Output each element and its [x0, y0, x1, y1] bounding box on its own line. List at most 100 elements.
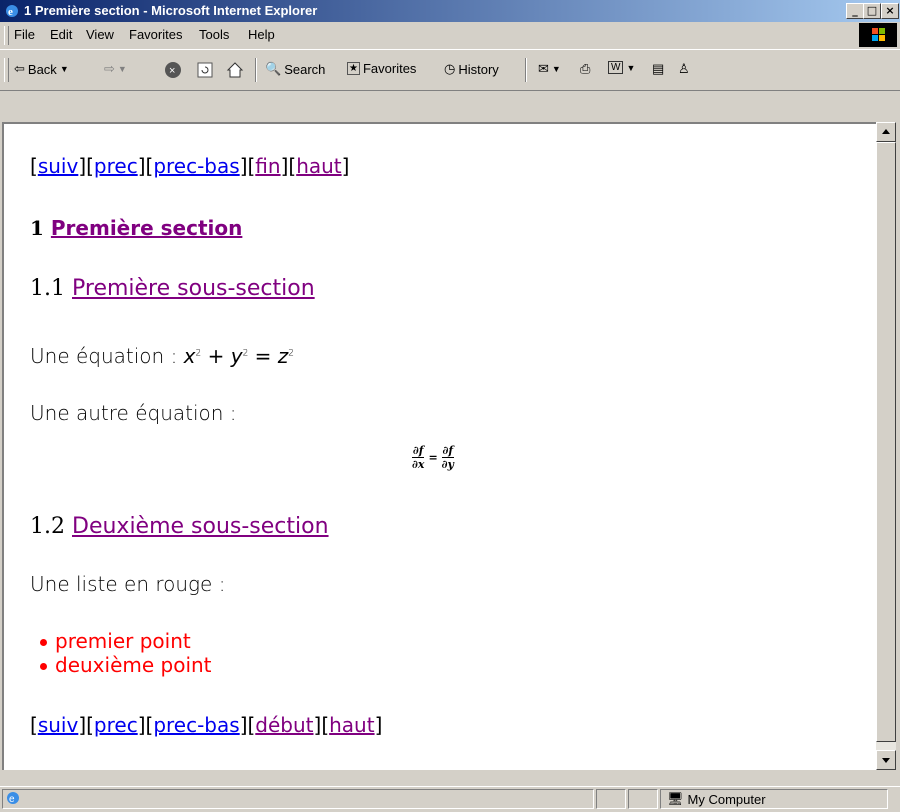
search-icon: 🔍 [265, 61, 282, 76]
back-button[interactable]: ⇦ Back ▼ [14, 61, 69, 77]
list-label: Une liste en rouge : [30, 572, 226, 596]
back-arrow-icon: ⇦ [14, 61, 25, 76]
subsection1-number: 1.1 [30, 276, 65, 301]
eq2-den-right: ∂y [441, 458, 454, 471]
refresh-button[interactable] [196, 61, 214, 79]
page-loaded-icon: e [6, 791, 20, 808]
favorites-label: Favorites [362, 61, 417, 76]
equation2-label: Une autre équation : [30, 401, 237, 425]
eq2-den-left: ∂x [412, 458, 425, 471]
ie-logo-icon: e [4, 3, 20, 19]
toolbar-separator-2 [525, 58, 527, 82]
edit-dropdown-icon[interactable]: ▼ [626, 63, 635, 73]
bullet-icon [40, 639, 47, 646]
toolbar-separator [255, 58, 257, 82]
subsection2-title-link[interactable]: Deuxième sous-section [72, 514, 329, 539]
nav-bottom: [suiv][prec][prec-bas][début][haut] [30, 713, 383, 737]
svg-text:e: e [8, 6, 13, 18]
forward-button[interactable]: ⇨ ▼ [104, 61, 127, 77]
scroll-up-button[interactable] [876, 122, 896, 142]
nav-top-fin[interactable]: fin [255, 154, 280, 178]
messenger-button[interactable]: ♙ [678, 61, 690, 77]
print-icon: ⎙ [580, 61, 591, 76]
favorites-button[interactable]: ★ Favorites [347, 61, 416, 76]
zone-label: My Computer [687, 791, 766, 807]
zone-panel: 🖥 My Computer [660, 789, 888, 809]
equation: x2 + y2 = z2 [183, 344, 295, 368]
nav-top-prec-bas[interactable]: prec-bas [153, 154, 239, 178]
list-item-text: deuxième point [55, 653, 212, 677]
edit-button[interactable]: W ▼ [608, 61, 635, 74]
home-button[interactable] [226, 61, 244, 79]
list-item: deuxième point [40, 653, 212, 677]
section-number: 1 [30, 216, 44, 240]
list-item-text: premier point [55, 629, 191, 653]
search-button[interactable]: 🔍 Search [265, 61, 325, 77]
page-content: [suiv][prec][prec-bas][fin][haut] 1 Prem… [2, 122, 876, 770]
toolbar: ⇦ Back ▼ ⇨ ▼ × 🔍 Search ★ Favorites ◷ Hi… [0, 50, 900, 91]
menu-edit[interactable]: Edit [50, 27, 72, 42]
list-item: premier point [40, 629, 212, 653]
menu-tools[interactable]: Tools [199, 27, 229, 42]
eq2-num-left: ∂f [412, 444, 425, 458]
history-button[interactable]: ◷ History [444, 61, 499, 77]
section-title-link[interactable]: Première section [51, 216, 242, 240]
forward-dropdown-icon[interactable]: ▼ [118, 64, 127, 74]
menu-file[interactable]: File [14, 27, 35, 42]
status-panel-2 [596, 789, 626, 809]
equation-label: Une équation : [30, 344, 184, 368]
computer-icon: 🖥 [667, 791, 684, 806]
nav-bottom-suiv[interactable]: suiv [38, 713, 79, 737]
nav-bottom-prec-bas[interactable]: prec-bas [153, 713, 239, 737]
menu-grip [4, 26, 9, 45]
forward-arrow-icon: ⇨ [104, 61, 115, 76]
arrow-down-icon [882, 758, 890, 763]
stop-icon: × [165, 62, 181, 78]
maximize-button[interactable]: □ [863, 3, 881, 19]
menu-favorites[interactable]: Favorites [129, 27, 182, 42]
mail-dropdown-icon[interactable]: ▼ [552, 64, 561, 74]
eq-var-z: z [277, 344, 289, 368]
menu-help[interactable]: Help [248, 27, 275, 42]
eq2-frac-right: ∂f ∂y [441, 444, 454, 471]
vertical-scrollbar[interactable] [876, 122, 896, 770]
subsection2-number: 1.2 [30, 514, 65, 539]
red-list: premier point deuxième point [40, 629, 212, 677]
stop-button[interactable]: × [164, 61, 182, 79]
history-label: History [458, 61, 499, 77]
nav-top-suiv[interactable]: suiv [38, 154, 79, 178]
menu-view[interactable]: View [86, 27, 114, 42]
eq2-frac-left: ∂f ∂x [412, 444, 425, 471]
discuss-button[interactable]: ▤ [652, 61, 664, 77]
nav-bottom-haut[interactable]: haut [329, 713, 374, 737]
windows-logo-icon [859, 23, 897, 47]
subsection2-heading: 1.2 Deuxième sous-section [30, 514, 329, 539]
nav-bottom-debut[interactable]: début [255, 713, 313, 737]
nav-top: [suiv][prec][prec-bas][fin][haut] [30, 154, 350, 178]
title-bar: e 1 Première section - Microsoft Interne… [0, 0, 900, 22]
eq-var-x: x [183, 344, 196, 368]
nav-top-prec[interactable]: prec [94, 154, 138, 178]
nav-bottom-prec[interactable]: prec [94, 713, 138, 737]
scroll-down-button[interactable] [876, 750, 896, 770]
mail-button[interactable]: ✉ ▼ [538, 61, 561, 77]
toolbar-grip [4, 58, 9, 82]
subsection1-heading: 1.1 Première sous-section [30, 276, 315, 301]
close-button[interactable]: × [881, 3, 899, 19]
subsection1-title-link[interactable]: Première sous-section [72, 276, 315, 301]
minimize-button[interactable]: _ [846, 3, 864, 19]
section-heading: 1 Première section [30, 216, 242, 240]
eq-var-y: y [230, 344, 243, 368]
home-icon [226, 62, 244, 78]
discuss-icon: ▤ [652, 61, 665, 76]
scroll-thumb[interactable] [876, 142, 896, 742]
back-label: Back [27, 61, 57, 77]
eq-exp-2: 2 [242, 348, 249, 359]
nav-top-haut[interactable]: haut [296, 154, 341, 178]
history-icon: ◷ [444, 61, 456, 76]
word-edit-icon: W [608, 61, 624, 74]
messenger-icon: ♙ [678, 61, 690, 76]
print-button[interactable]: ⎙ [580, 61, 590, 77]
mail-icon: ✉ [538, 61, 549, 76]
back-dropdown-icon[interactable]: ▼ [60, 64, 69, 74]
